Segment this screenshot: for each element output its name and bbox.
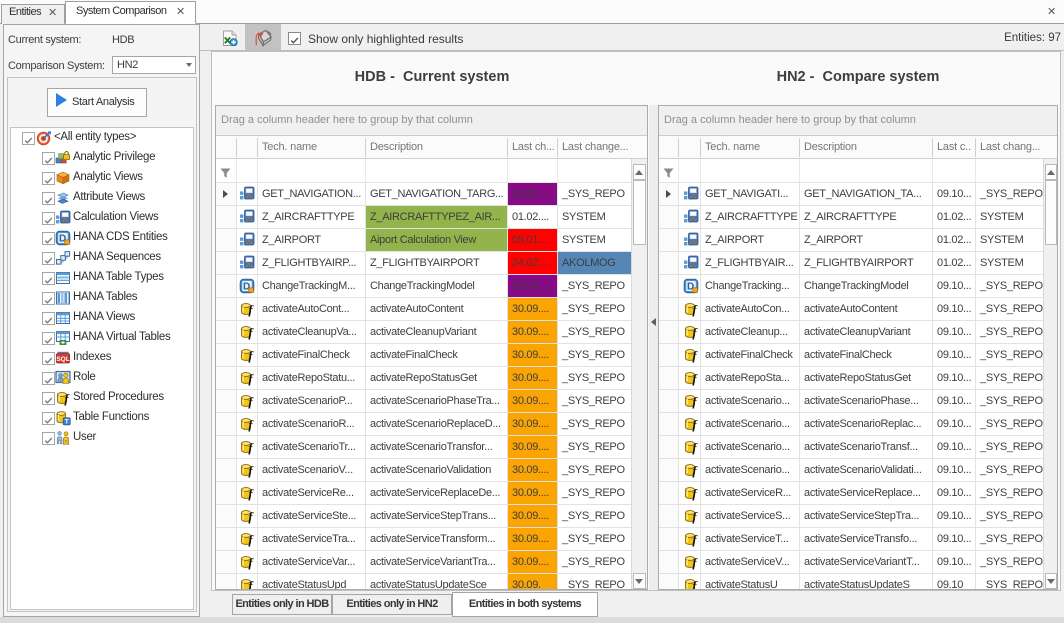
svg-text:f: f [692,326,698,340]
svg-text:f: f [692,303,698,317]
svg-text:f: f [248,303,254,317]
svg-text:f: f [692,487,698,501]
svg-text:f: f [248,464,254,478]
svg-text:f: f [248,533,254,547]
svg-text:f: f [248,510,254,524]
svg-text:f: f [248,556,254,570]
svg-text:f: f [64,392,70,406]
svg-text:f: f [692,372,698,386]
svg-text:f: f [692,533,698,547]
svg-text:T: T [65,419,69,426]
svg-text:f: f [248,487,254,501]
svg-text:f: f [692,510,698,524]
svg-text:f: f [692,418,698,432]
svg-text:f: f [692,556,698,570]
svg-text:f: f [692,349,698,363]
svg-text:f: f [248,349,254,363]
svg-text:f: f [692,441,698,455]
svg-text:f: f [248,395,254,409]
svg-text:f: f [692,464,698,478]
svg-text:f: f [248,579,254,590]
svg-text:f: f [248,326,254,340]
svg-text:SQL: SQL [56,356,69,363]
svg-text:f: f [692,395,698,409]
svg-text:f: f [248,441,254,455]
svg-text:f: f [248,418,254,432]
svg-text:f: f [692,579,698,590]
svg-text:f: f [248,372,254,386]
